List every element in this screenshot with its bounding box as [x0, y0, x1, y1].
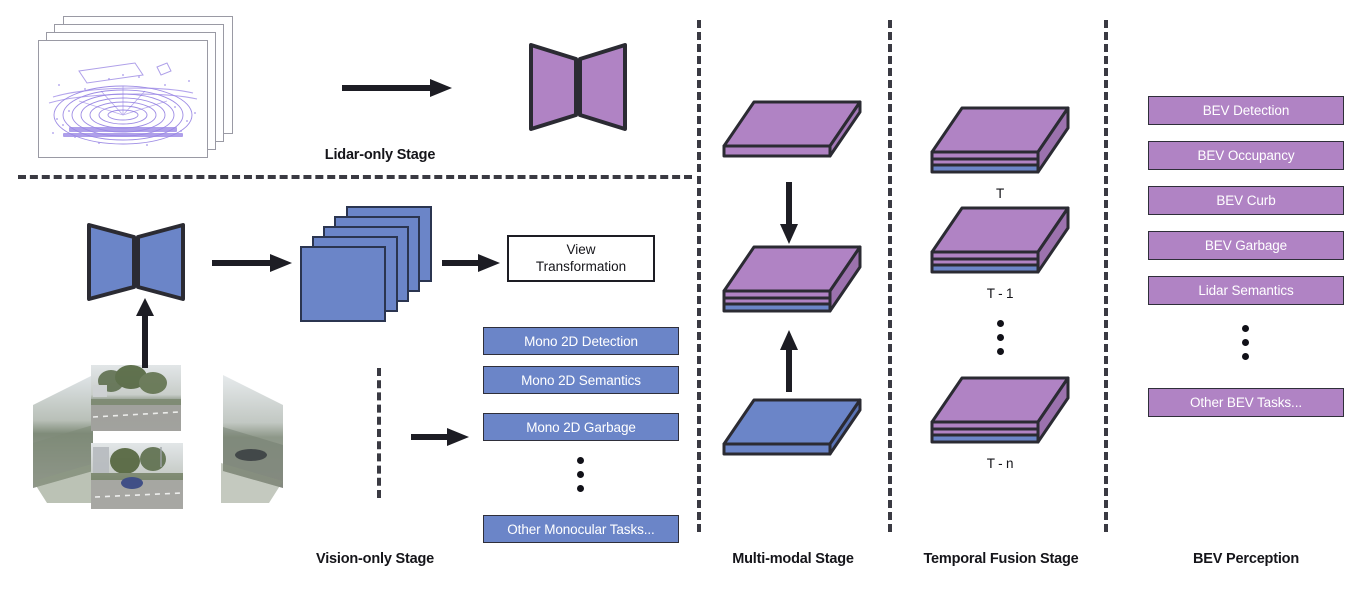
- stage-label-lidar-only: Lidar-only Stage: [324, 147, 436, 163]
- task-mono-2d-garbage[interactable]: Mono 2D Garbage: [483, 413, 679, 441]
- ellipsis-temporal-frames: [997, 320, 1004, 355]
- ellipsis-dot: [1242, 325, 1249, 332]
- ellipsis-dot: [577, 471, 584, 478]
- stage-label-bev-perception: BEV Perception: [1193, 551, 1299, 567]
- task-mono-2d-detection[interactable]: Mono 2D Detection: [483, 327, 679, 355]
- camera-bev-feature-slab: [722, 398, 862, 456]
- arrow-lidar-to-fusion: [780, 182, 798, 244]
- task-bev-curb[interactable]: BEV Curb: [1148, 186, 1344, 215]
- task-bev-garbage[interactable]: BEV Garbage: [1148, 231, 1344, 260]
- arrow-to-mono-tasks: [411, 428, 469, 446]
- view-transformation-box[interactable]: View Transformation: [507, 235, 655, 282]
- temporal-frame-label-T-1: T - 1: [986, 286, 1014, 301]
- view-transformation-line2: Transformation: [535, 258, 627, 274]
- lidar-point-cloud-frames: [38, 16, 248, 166]
- ellipsis-mono-tasks: [577, 457, 584, 492]
- view-transformation-label: View Transformation: [536, 242, 626, 276]
- divider-vertical-mono-tasks: [377, 368, 381, 498]
- ellipsis-dot: [997, 348, 1004, 355]
- stage-label-temporal-fusion: Temporal Fusion Stage: [923, 551, 1079, 567]
- lidar-pointcloud-graphic: [48, 62, 198, 146]
- arrow-lidar-to-backbone: [342, 79, 452, 97]
- ellipsis-dot: [577, 485, 584, 492]
- task-mono-2d-semantics[interactable]: Mono 2D Semantics: [483, 366, 679, 394]
- lidar-frame-card-front: [38, 40, 208, 158]
- lidar-bev-feature-slab: [722, 100, 862, 158]
- view-transformation-line1: View: [566, 241, 596, 257]
- stage-label-multi-modal: Multi-modal Stage: [732, 551, 854, 567]
- divider-horizontal-lidar-vision: [18, 175, 692, 179]
- ellipsis-dot: [577, 457, 584, 464]
- arrow-cameras-to-backbone: [136, 298, 154, 368]
- diagram-canvas: Lidar-only Stage View Transformation Mon…: [0, 0, 1372, 602]
- stage-label-vision-only: Vision-only Stage: [316, 551, 434, 567]
- task-lidar-semantics[interactable]: Lidar Semantics: [1148, 276, 1344, 305]
- ellipsis-dot: [997, 334, 1004, 341]
- task-other-monocular[interactable]: Other Monocular Tasks...: [483, 515, 679, 543]
- temporal-frame-label-T-n: T - n: [986, 456, 1014, 471]
- arrow-camera-to-fusion: [780, 330, 798, 392]
- ellipsis-dot: [997, 320, 1004, 327]
- fused-bev-feature-slab: [722, 245, 862, 313]
- task-bev-detection[interactable]: BEV Detection: [1148, 96, 1344, 125]
- ellipsis-dot: [1242, 339, 1249, 346]
- feature-map-plane-front: [300, 246, 386, 322]
- arrow-features-to-view-transformation: [442, 254, 500, 272]
- ellipsis-bev-tasks: [1242, 325, 1249, 360]
- task-bev-occupancy[interactable]: BEV Occupancy: [1148, 141, 1344, 170]
- divider-vertical-vision-multimodal: [697, 20, 701, 532]
- lidar-backbone-hourglass: [529, 43, 627, 131]
- camera-ring-graphic: [33, 365, 283, 509]
- image-feature-map-stack: [300, 206, 432, 322]
- arrow-backbone-to-features: [212, 254, 292, 272]
- ellipsis-dot: [1242, 353, 1249, 360]
- divider-vertical-multimodal-temporal: [888, 20, 892, 532]
- image-backbone-hourglass: [87, 223, 185, 301]
- temporal-frame-slab-T-1: [930, 206, 1070, 274]
- task-other-bev[interactable]: Other BEV Tasks...: [1148, 388, 1344, 417]
- temporal-frame-slab-T: [930, 106, 1070, 174]
- temporal-frame-label-T: T: [995, 186, 1005, 201]
- temporal-frame-slab-T-n: [930, 376, 1070, 444]
- surround-camera-ring: [33, 363, 283, 511]
- divider-vertical-temporal-bev: [1104, 20, 1108, 532]
